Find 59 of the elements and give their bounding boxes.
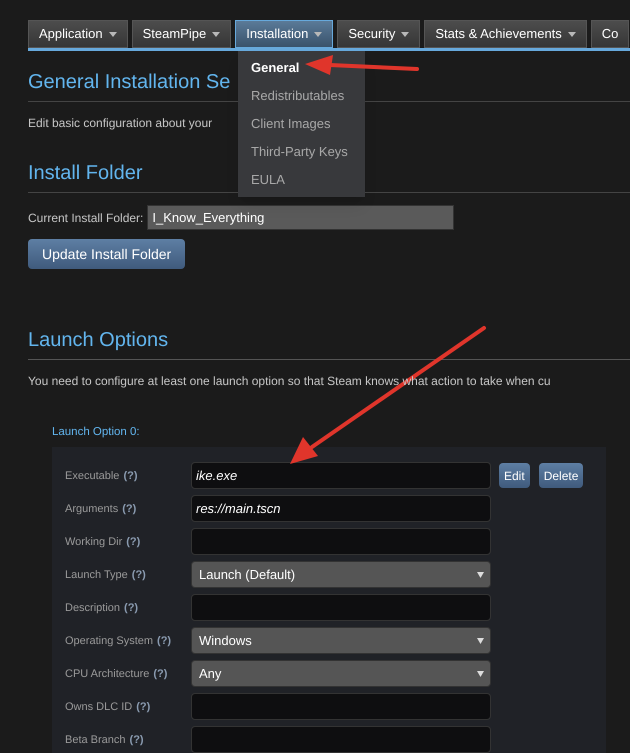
help-link[interactable]: (?) xyxy=(126,534,140,550)
section-description: Edit basic configuration about your xyxy=(28,115,212,132)
select-value: Windows xyxy=(199,632,252,650)
dropdown-arrow-icon xyxy=(477,572,484,578)
select-value: Any xyxy=(199,665,222,683)
text-field[interactable] xyxy=(191,528,491,556)
caret-icon xyxy=(401,32,410,36)
text-field[interactable]: res://main.tscn xyxy=(191,495,491,522)
nav-tab[interactable]: Co xyxy=(590,20,630,48)
help-link[interactable]: (?) xyxy=(123,468,138,484)
help-link[interactable]: (?) xyxy=(157,632,172,649)
dropdown-select[interactable]: Any xyxy=(191,660,491,688)
help-link[interactable]: (?) xyxy=(124,600,138,616)
help-link[interactable]: (?) xyxy=(130,732,144,748)
field-label: Arguments xyxy=(65,502,118,516)
field-label: Description xyxy=(65,600,120,616)
caret-icon xyxy=(568,32,576,36)
nav-tab[interactable]: SteamPipe xyxy=(132,20,232,48)
update-install-folder-button[interactable]: Update Install Folder xyxy=(28,239,186,269)
section-title: Launch Options xyxy=(28,329,168,351)
text-field[interactable] xyxy=(191,726,491,753)
help-link[interactable]: (?) xyxy=(132,566,146,583)
menu-item[interactable]: EULA xyxy=(238,166,365,194)
section-title: General Installation Se xyxy=(28,71,230,93)
select-value: Launch (Default) xyxy=(199,566,296,584)
help-link[interactable]: (?) xyxy=(136,698,150,715)
nav-tab[interactable]: Stats & Achievements xyxy=(424,20,587,48)
nav-tab[interactable]: Application xyxy=(28,20,128,48)
dropdown-arrow-icon xyxy=(477,638,484,644)
field-label: Beta Branch xyxy=(65,732,126,748)
field-label: CPU Architecture xyxy=(65,666,150,682)
section-title: Install Folder xyxy=(28,162,142,184)
field-label: Owns DLC ID xyxy=(65,700,132,714)
caret-icon xyxy=(314,32,322,36)
field-label: Working Dir xyxy=(65,534,122,550)
launch-option-title: Launch Option 0: xyxy=(52,425,141,440)
text-field[interactable] xyxy=(191,594,491,622)
dropdown-select[interactable]: Windows xyxy=(191,627,491,654)
field-label: Operating System xyxy=(65,634,154,648)
field-label: Current Install Folder: xyxy=(28,210,144,226)
menu-item[interactable]: General xyxy=(238,54,365,82)
help-link[interactable]: (?) xyxy=(153,666,168,682)
help-link[interactable]: (?) xyxy=(122,500,136,517)
dropdown-arrow-icon xyxy=(477,670,484,677)
caret-icon xyxy=(108,32,117,36)
nav-tab[interactable]: Security xyxy=(337,20,420,48)
nav-tab[interactable]: Installation xyxy=(235,20,334,48)
field-label: Executable xyxy=(65,468,120,484)
menu-item[interactable]: Redistributables xyxy=(238,82,365,110)
caret-icon xyxy=(212,32,220,36)
text-field[interactable] xyxy=(191,693,491,720)
row-action-button[interactable]: Edit xyxy=(499,463,530,488)
menu-item[interactable]: Third-Party Keys xyxy=(238,138,365,166)
text-field[interactable]: ike.exe xyxy=(191,462,491,490)
row-action-button[interactable]: Delete xyxy=(538,463,584,488)
install-folder-field[interactable]: I_Know_Everything xyxy=(147,205,454,230)
field-label: Launch Type xyxy=(65,568,128,582)
dropdown-select[interactable]: Launch (Default) xyxy=(191,561,491,588)
menu-item[interactable]: Client Images xyxy=(238,110,365,138)
